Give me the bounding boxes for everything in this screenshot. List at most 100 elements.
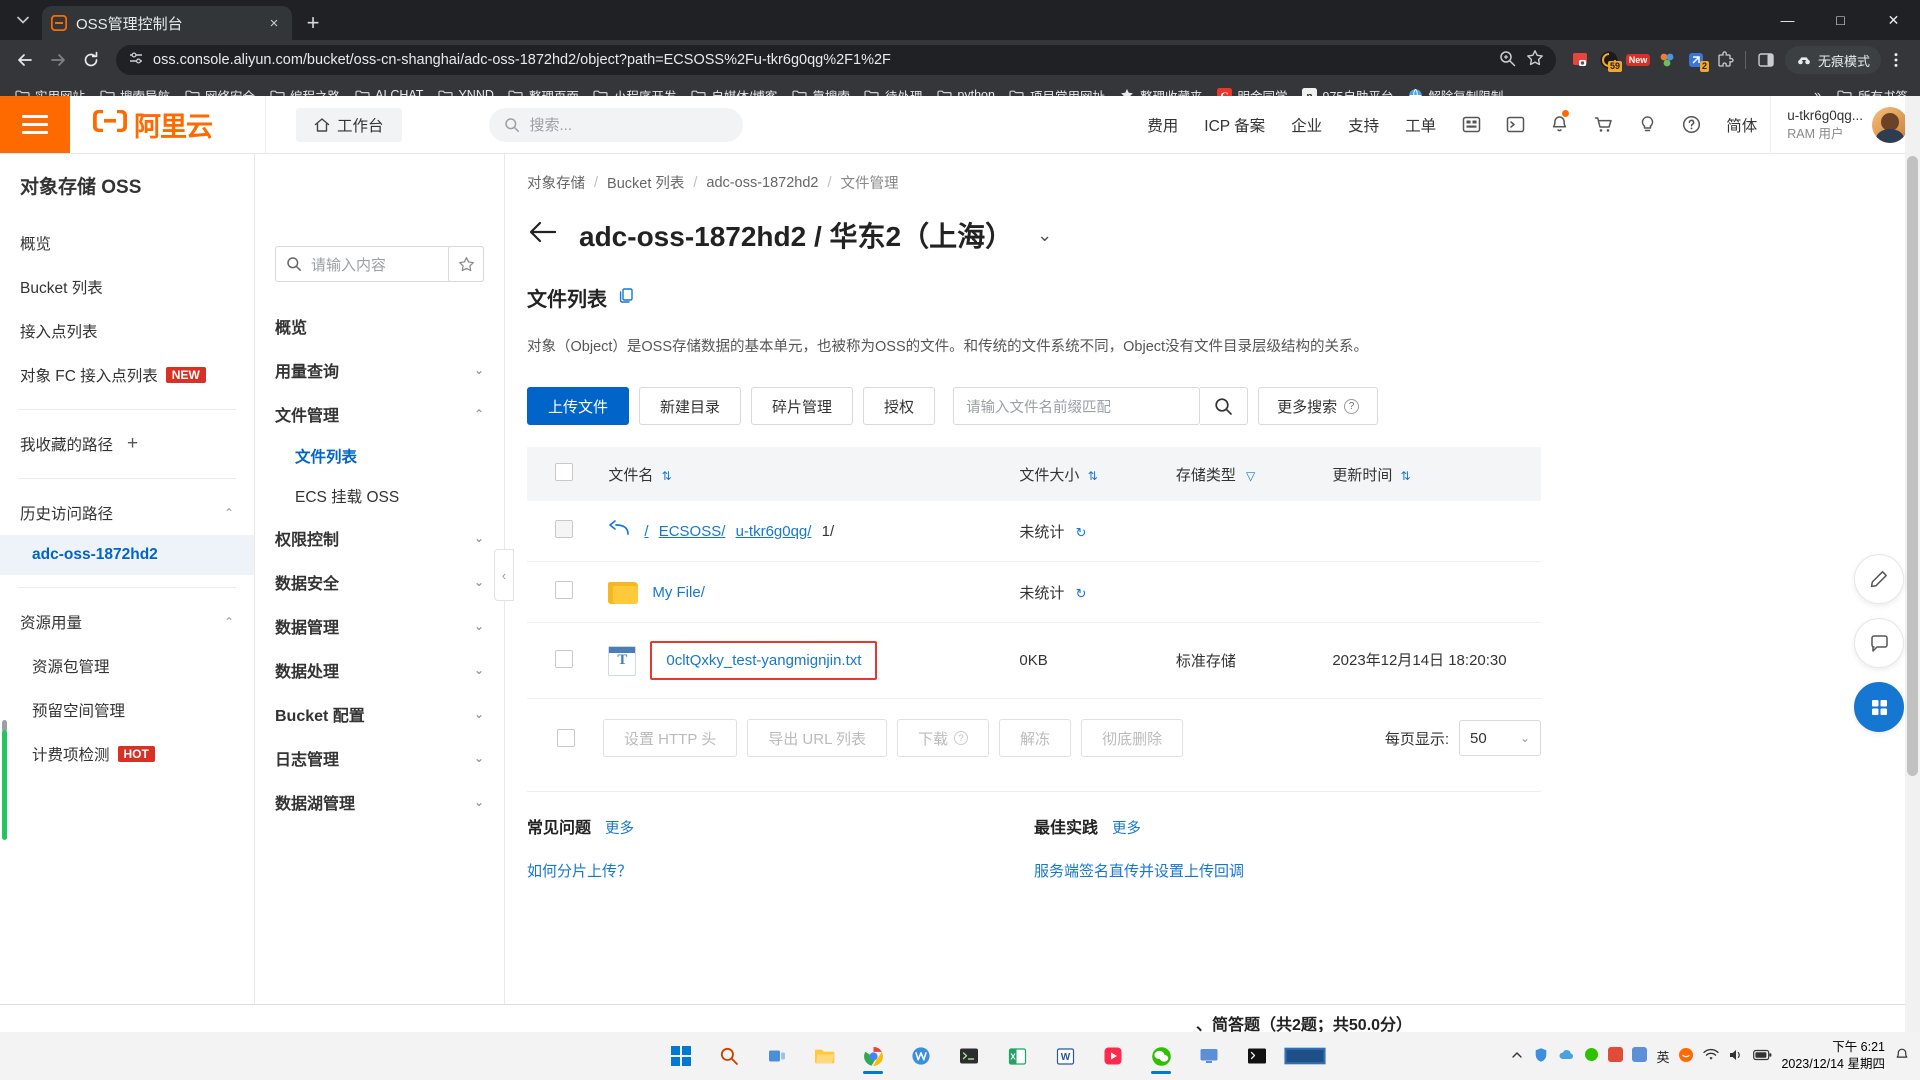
incognito-indicator[interactable]: 无痕模式 (1784, 46, 1881, 74)
nav-link-tickets[interactable]: 工单 (1392, 114, 1449, 136)
vertical-scrollbar[interactable] (1905, 96, 1920, 1080)
window-maximize-button[interactable]: □ (1814, 0, 1867, 40)
nav-link-support[interactable]: 支持 (1335, 114, 1392, 136)
app-tray-icon-2[interactable] (1608, 1047, 1624, 1065)
breadcrumb-item-bucket-list[interactable]: Bucket 列表 (607, 172, 684, 193)
copy-icon[interactable] (618, 287, 635, 309)
word-icon[interactable]: W (1044, 1036, 1086, 1076)
vertical-scroll-thumb[interactable] (1907, 156, 1918, 776)
window-minimize-button[interactable]: — (1761, 0, 1814, 40)
bucket-nav-data-security[interactable]: 数据安全 ⌄ (255, 560, 504, 604)
upload-file-button[interactable]: 上传文件 (527, 387, 630, 426)
avatar[interactable] (1872, 106, 1908, 143)
tab-close-icon[interactable]: × (264, 13, 284, 33)
terminal-icon[interactable] (948, 1036, 990, 1076)
terminal-icon[interactable] (1493, 96, 1537, 154)
sidebar-group-resource-usage[interactable]: 资源用量 ⌃ (0, 600, 254, 644)
wps-icon[interactable] (900, 1036, 942, 1076)
table-row[interactable]: / ECSOSS/ u-tkr6g0qg/ 1/ 未统计 ↻ (527, 501, 1541, 563)
bucket-nav-data-lake[interactable]: 数据湖管理 ⌄ (255, 780, 504, 824)
path-part-link[interactable]: u-tkr6g0qg/ (736, 523, 812, 540)
lang-indicator[interactable]: 英 (1656, 1047, 1669, 1066)
tab-search-button[interactable] (8, 5, 38, 35)
chevron-up-icon[interactable]: ⌃ (224, 615, 234, 629)
browser-tab[interactable]: OSS管理控制台 × (42, 6, 292, 40)
site-settings-icon[interactable] (128, 50, 144, 70)
apps-icon[interactable] (1449, 96, 1493, 154)
chevron-down-icon[interactable]: ⌄ (474, 575, 484, 589)
sidebar-item-access-points[interactable]: 接入点列表 (0, 309, 254, 353)
folder-name-link[interactable]: My File/ (652, 584, 705, 601)
chrome-icon[interactable] (852, 1036, 894, 1076)
more-search-button[interactable]: 更多搜索 ? (1258, 387, 1379, 426)
sidebar-item-overview[interactable]: 概览 (0, 221, 254, 265)
sidebar-item-fc-access-points[interactable]: 对象 FC 接入点列表 NEW (0, 353, 254, 397)
bucket-nav-permission[interactable]: 权限控制 ⌄ (255, 516, 504, 560)
language-switch[interactable]: 简体 (1713, 114, 1770, 136)
breadcrumb-item-bucket[interactable]: adc-oss-1872hd2 (706, 175, 818, 191)
chevron-down-icon[interactable]: ⌄ (474, 531, 484, 545)
sidebar-item-bucket-list[interactable]: Bucket 列表 (0, 265, 254, 309)
extension-icon-new[interactable]: New (1624, 46, 1652, 74)
nav-link-fees[interactable]: 费用 (1134, 114, 1191, 136)
delete-permanently-button[interactable]: 彻底删除 (1081, 719, 1184, 758)
authorize-button[interactable]: 授权 (863, 387, 936, 426)
sidebar-item-favorites[interactable]: 我收藏的路径 + (0, 422, 254, 466)
file-prefix-search-input[interactable]: 请输入文件名前缀匹配 (953, 387, 1201, 426)
aliyun-logo[interactable]: 阿里云 (70, 96, 266, 153)
workbench-button[interactable]: 工作台 (296, 108, 402, 142)
faq-more-link[interactable]: 更多 (605, 817, 634, 838)
cloud-icon[interactable] (1558, 1048, 1575, 1065)
unfreeze-button[interactable]: 解冻 (999, 719, 1072, 758)
sidebar-item-adc-oss-1872hd2[interactable]: adc-oss-1872hd2 (0, 535, 254, 575)
chevron-down-icon[interactable]: ⌄ (474, 751, 484, 765)
row-checkbox[interactable] (555, 520, 573, 539)
add-favorite-icon[interactable]: + (127, 433, 138, 455)
volume-icon[interactable] (1728, 1048, 1744, 1065)
column-update-time[interactable]: 更新时间 ⇅ (1332, 447, 1541, 502)
sort-icon[interactable]: ⇅ (662, 469, 672, 483)
edit-pencil-icon[interactable] (1854, 554, 1904, 604)
bell-icon[interactable] (1537, 96, 1581, 154)
return-arrow-icon[interactable] (608, 519, 630, 543)
sogou-icon[interactable] (1678, 1047, 1694, 1066)
sort-icon[interactable]: ⇅ (1401, 469, 1411, 483)
refresh-icon[interactable]: ↻ (1076, 586, 1087, 601)
reload-icon[interactable] (76, 45, 106, 75)
app-tray-icon-1[interactable] (1584, 1047, 1599, 1065)
user-account[interactable]: u-tkr6g0qg... RAM 用户 (1770, 96, 1920, 154)
windows-start-icon[interactable] (660, 1036, 702, 1076)
extension-icon-4[interactable]: 2 (1682, 46, 1710, 74)
chrome-menu-icon[interactable] (1882, 46, 1910, 74)
per-page-select[interactable]: 50 ⌄ (1459, 720, 1541, 757)
extension-puzzle-icon[interactable] (1711, 46, 1739, 74)
path-part-link[interactable]: ECSOSS/ (659, 523, 726, 540)
excel-icon[interactable]: X (996, 1036, 1038, 1076)
chevron-down-icon[interactable]: ⌄ (474, 663, 484, 677)
bucket-nav-log-management[interactable]: 日志管理 ⌄ (255, 736, 504, 780)
sidebar-group-history[interactable]: 历史访问路径 ⌃ (0, 491, 254, 535)
chevron-left-icon[interactable]: ‹ (494, 549, 514, 601)
monitor-icon[interactable] (1188, 1036, 1230, 1076)
chevron-down-icon[interactable]: ⌄ (474, 619, 484, 633)
help-icon[interactable]: ? (1344, 398, 1360, 414)
new-folder-button[interactable]: 新建目录 (639, 387, 742, 426)
help-icon[interactable]: ? (954, 731, 969, 746)
set-http-header-button[interactable]: 设置 HTTP 头 (603, 719, 738, 758)
sort-icon[interactable]: ⇅ (1088, 469, 1098, 483)
file-name-link[interactable]: 0cltQxky_test-yangmignjin.txt (666, 652, 861, 669)
global-search-input[interactable]: 搜索... (488, 107, 743, 142)
nav-link-enterprise[interactable]: 企业 (1278, 114, 1335, 136)
faq-item-link[interactable]: 如何分片上传？ (527, 860, 1034, 881)
zoom-in-icon[interactable] (1499, 50, 1516, 71)
chevron-down-icon[interactable]: ⌄ (474, 795, 484, 809)
back-icon[interactable] (10, 45, 40, 75)
video-app-icon[interactable] (1092, 1036, 1134, 1076)
notification-icon[interactable] (1894, 1047, 1910, 1066)
menu-burger-button[interactable] (0, 96, 70, 153)
chevron-down-icon[interactable]: ⌄ (474, 707, 484, 721)
row-checkbox[interactable] (555, 581, 573, 600)
chevron-down-icon[interactable]: ⌄ (474, 363, 484, 377)
sidebar-scrollbar[interactable] (2, 730, 7, 840)
chevron-up-icon[interactable]: ⌃ (474, 407, 484, 421)
